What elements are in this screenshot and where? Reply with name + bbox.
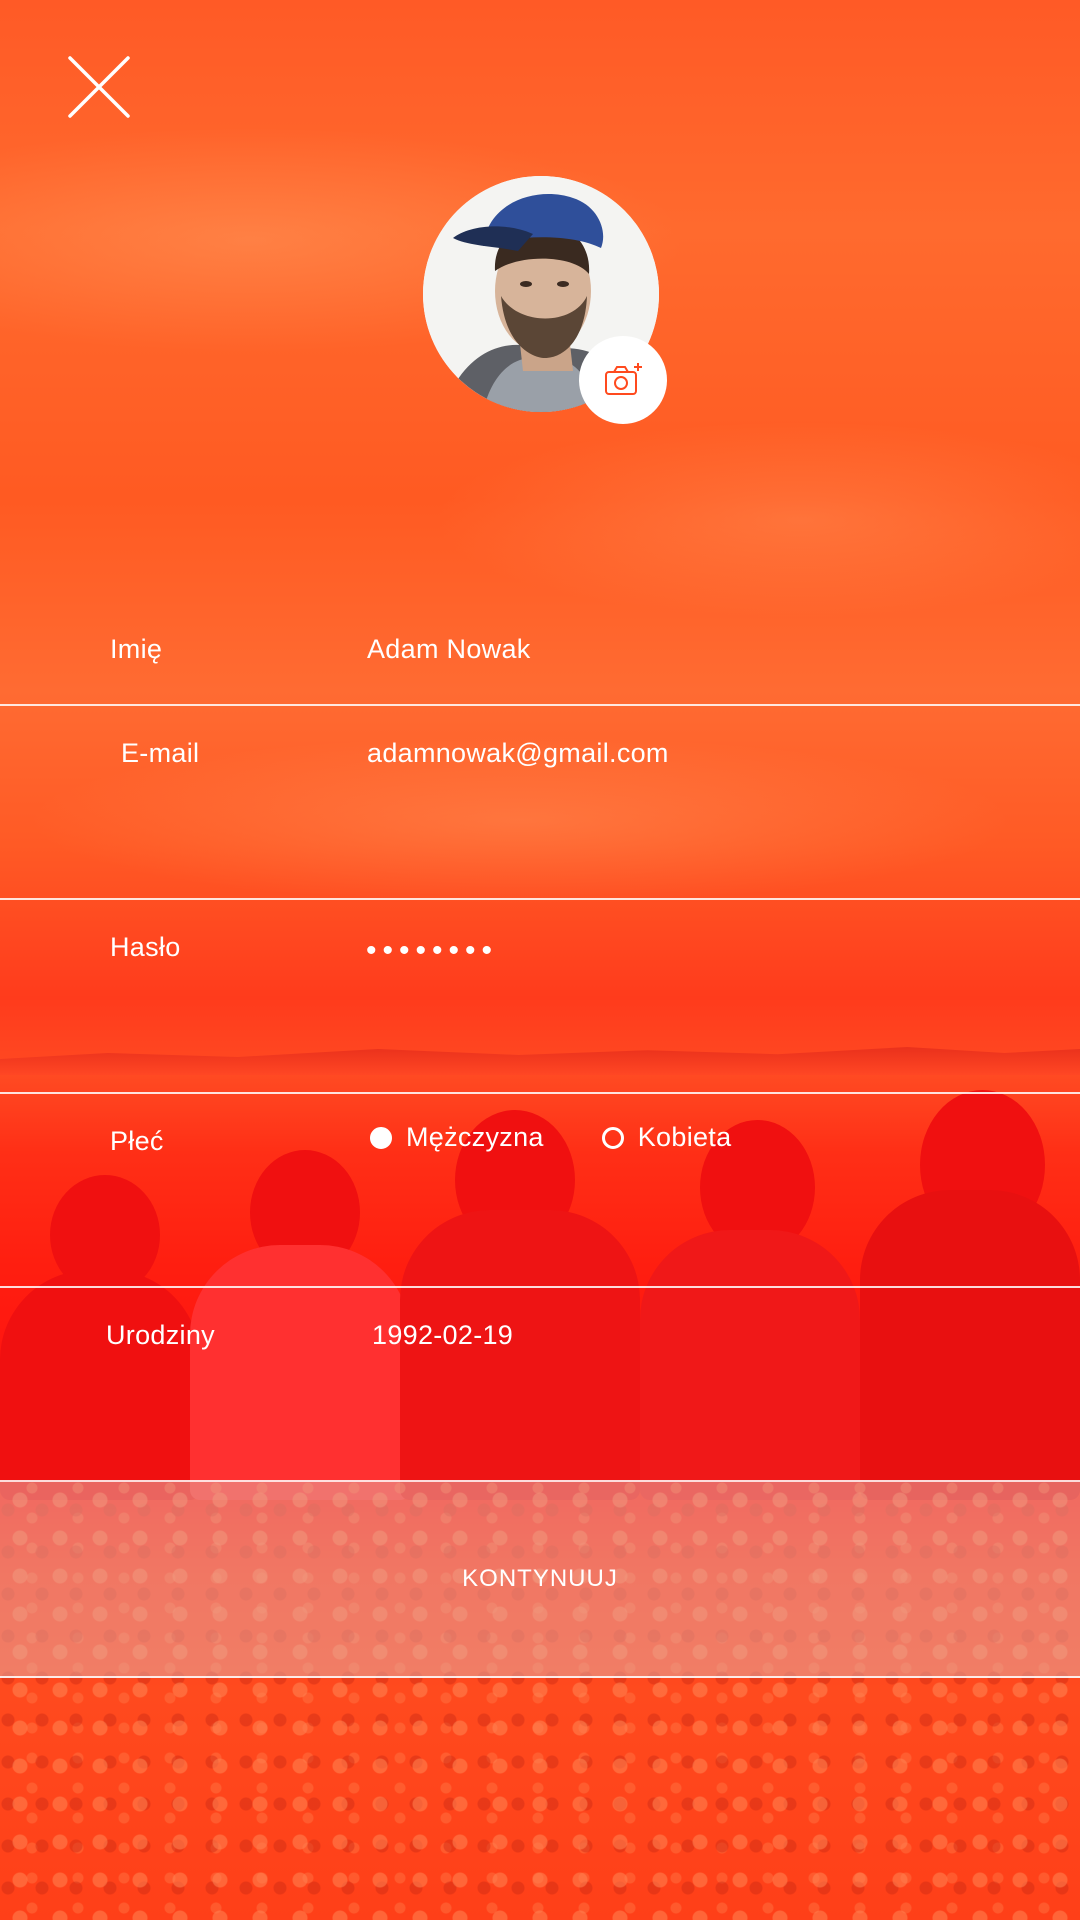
email-field-row[interactable]: E-mail adamnowak@gmail.com (0, 706, 1080, 900)
password-label: Hasło (110, 932, 181, 962)
gender-radio-group: Mężczyzna Kobieta (370, 1122, 789, 1153)
gender-option-label: Kobieta (637, 1122, 732, 1152)
email-input[interactable]: adamnowak@gmail.com (367, 738, 669, 769)
camera-add-icon (605, 363, 642, 395)
email-label: E-mail (121, 738, 200, 768)
radio-checked-icon (370, 1126, 392, 1149)
avatar-container (423, 176, 667, 424)
close-button[interactable] (66, 54, 132, 120)
registration-form: Imię Adam Nowak E-mail adamnowak@gmail.c… (0, 600, 1080, 1678)
password-field-row[interactable]: Hasło •••••••• (0, 900, 1080, 1094)
gender-label: Płeć (110, 1126, 164, 1156)
change-photo-button[interactable] (579, 336, 667, 424)
gender-option-female[interactable]: Kobieta (601, 1122, 732, 1153)
gender-option-male[interactable]: Mężczyzna (370, 1122, 544, 1153)
name-field-row[interactable]: Imię Adam Nowak (0, 600, 1080, 706)
password-input[interactable]: •••••••• (366, 936, 498, 966)
gender-option-label: Mężczyzna (406, 1122, 544, 1152)
birthday-label: Urodziny (106, 1320, 215, 1350)
gender-field-row: Płeć Mężczyzna Kobieta (0, 1094, 1080, 1288)
name-input[interactable]: Adam Nowak (367, 634, 531, 665)
name-label: Imię (110, 634, 163, 664)
registration-screen: Imię Adam Nowak E-mail adamnowak@gmail.c… (0, 0, 1080, 1920)
continue-label: KONTYNUUJ (462, 1565, 618, 1592)
close-icon (68, 56, 130, 118)
continue-button[interactable]: KONTYNUUJ (0, 1482, 1080, 1678)
birthday-input[interactable]: 1992-02-19 (372, 1320, 513, 1351)
birthday-field-row[interactable]: Urodziny 1992-02-19 (0, 1288, 1080, 1482)
radio-unchecked-icon (601, 1126, 624, 1149)
